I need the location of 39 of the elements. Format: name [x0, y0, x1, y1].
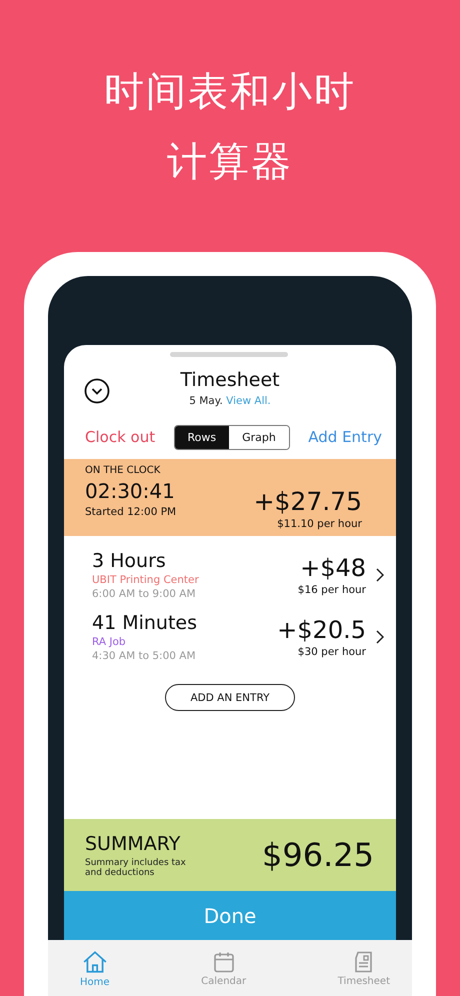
entry-row[interactable]: 3 Hours UBIT Printing Center 6:00 AM to 9:00 AM +$48 $16 per hour [64, 550, 396, 600]
tab-item[interactable]: Timesheet [338, 940, 390, 996]
total-amount: $96.25 [262, 836, 374, 874]
add-entry-link[interactable]: Add Entry [308, 428, 382, 446]
summary-note: Summary includes tax and deductions [85, 858, 187, 878]
add-entry-button[interactable]: ADD AN ENTRY [165, 684, 295, 711]
headline: 时间表和小时 [104, 70, 356, 114]
entry-time: 4:30 AM to 5:00 AM [92, 650, 197, 662]
entry-duration: 3 Hours [92, 550, 167, 572]
done-button[interactable]: Done [64, 891, 396, 940]
collapse-icon[interactable] [84, 378, 110, 404]
entry-amount: +$20.5 [277, 616, 366, 644]
calendar-icon [212, 950, 236, 974]
earned-amount: +$27.75 [254, 487, 362, 516]
entry-time: 6:00 AM to 9:00 AM [92, 588, 197, 600]
clock-out-link[interactable]: Clock out [85, 428, 156, 446]
tab-item[interactable]: Home [80, 940, 110, 996]
timer: 02:30:41 [85, 479, 176, 503]
entry-duration: 41 Minutes [92, 612, 198, 634]
clock-label: ON THE CLOCK [85, 465, 162, 476]
hourly-rate: $11.10 per hour [277, 518, 362, 530]
house-icon [82, 948, 108, 974]
entry-row[interactable]: 41 Minutes RA Job 4:30 AM to 5:00 AM +$20.5 $30 per hour [64, 612, 396, 662]
summary-title: SUMMARY [85, 832, 182, 854]
chevron-right-icon [376, 568, 384, 582]
job-name: UBIT Printing Center [92, 574, 200, 586]
chevron-right-icon [376, 630, 384, 644]
drag-handle[interactable] [170, 352, 288, 357]
start-time: Started 12:00 PM [85, 506, 176, 518]
view-tab[interactable]: Rows [174, 426, 230, 448]
sheet-title: Timesheet [180, 369, 280, 391]
hourly-rate: $16 per hour [298, 584, 366, 596]
date-label: 5 May. [189, 395, 223, 407]
headline: 计算器 [167, 140, 293, 184]
hourly-rate: $30 per hour [298, 646, 366, 658]
job-name: RA Job [92, 636, 127, 648]
entry-amount: +$48 [300, 554, 366, 582]
tab-item[interactable]: Calendar [201, 940, 246, 996]
view-all-link[interactable]: View All. [226, 395, 271, 407]
